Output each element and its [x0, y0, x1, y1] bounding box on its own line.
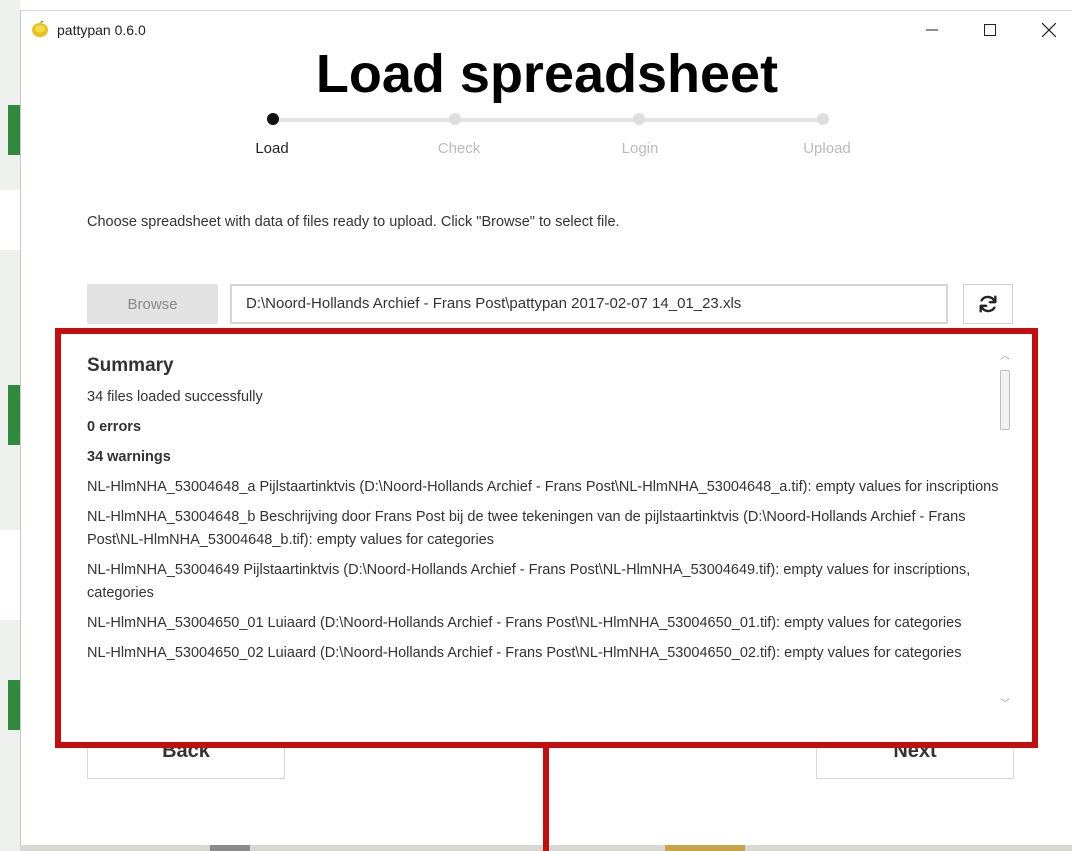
desktop-background-left	[0, 0, 20, 851]
summary-scrollbar[interactable]: ︿ ﹀	[997, 350, 1013, 712]
step-label-upload: Upload	[803, 140, 851, 157]
maximize-icon	[984, 24, 996, 36]
summary-panel[interactable]: Summary 34 files loaded successfully 0 e…	[87, 352, 999, 712]
summary-warnings: 34 warnings	[87, 449, 171, 465]
file-path-field[interactable]: D:\Noord-Hollands Archief - Frans Post\p…	[230, 284, 948, 324]
warning-message: NL-HlmNHA_53004648_b Beschrijving door F…	[87, 509, 966, 548]
step-label-login: Login	[621, 140, 659, 157]
step-dot-check	[449, 113, 461, 125]
minimize-button[interactable]	[909, 15, 955, 45]
close-icon	[1042, 23, 1056, 37]
stepper-track	[273, 118, 823, 122]
pattypan-logo-icon	[32, 20, 48, 37]
step-dot-login	[633, 113, 645, 125]
title-bar: pattypan 0.6.0	[21, 11, 1072, 47]
summary-panel-highlight: Summary 34 files loaded successfully 0 e…	[55, 328, 1038, 748]
callout-line	[543, 748, 549, 851]
browse-button[interactable]: Browse	[87, 284, 218, 324]
step-label-load: Load	[255, 140, 289, 157]
summary-loaded-count: 34 files loaded successfully	[87, 389, 263, 405]
scroll-down-icon[interactable]: ﹀	[997, 698, 1013, 712]
warning-message: NL-HlmNHA_53004649 Pijlstaartinktvis (D:…	[87, 562, 971, 601]
close-button[interactable]	[1026, 15, 1072, 45]
progress-stepper: Load Check Login Upload	[21, 111, 1072, 171]
step-dot-upload	[817, 113, 829, 125]
minimize-icon	[926, 29, 938, 31]
warning-message: NL-HlmNHA_53004650_01 Luiaard (D:\Noord-…	[87, 615, 962, 631]
refresh-icon	[979, 295, 997, 313]
step-dot-load	[267, 113, 279, 125]
warning-message: NL-HlmNHA_53004648_a Pijlstaartinktvis (…	[87, 479, 999, 495]
page-title: Load spreadsheet	[315, 44, 779, 104]
instruction-text: Choose spreadsheet with data of files re…	[87, 214, 620, 230]
window-title: pattypan 0.6.0	[57, 22, 146, 38]
scrollbar-thumb[interactable]	[1000, 370, 1010, 430]
summary-title: Summary	[87, 355, 174, 376]
refresh-button[interactable]	[963, 284, 1013, 324]
step-label-check: Check	[437, 140, 481, 157]
maximize-button[interactable]	[967, 15, 1013, 45]
warning-message: NL-HlmNHA_53004650_02 Luiaard (D:\Noord-…	[87, 645, 962, 661]
summary-errors: 0 errors	[87, 419, 142, 435]
scroll-up-icon[interactable]: ︿	[997, 350, 1013, 364]
